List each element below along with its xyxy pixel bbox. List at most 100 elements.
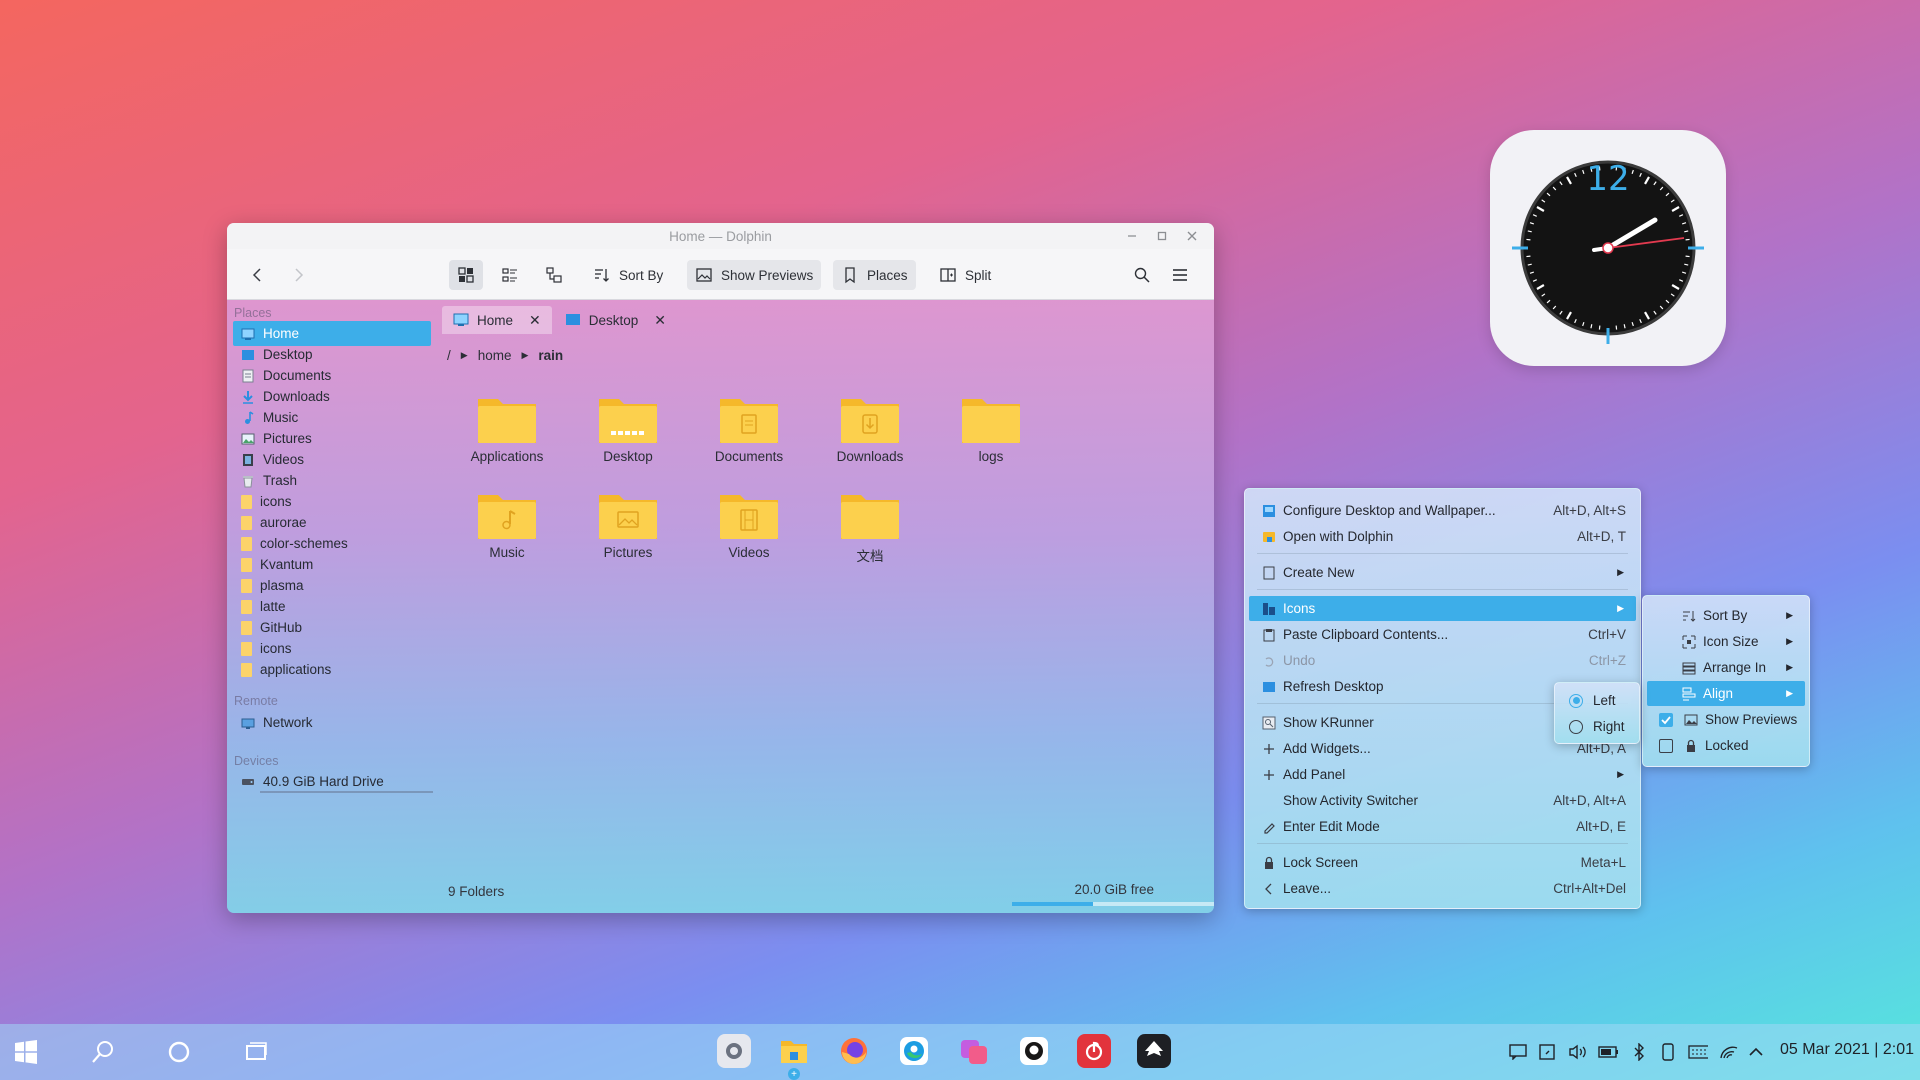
menu-item-arrange-in[interactable]: Arrange In ▶: [1647, 655, 1805, 680]
show-previews-button[interactable]: Show Previews: [687, 260, 822, 290]
keyboard-icon[interactable]: [1688, 1042, 1708, 1062]
breadcrumb-arrow-icon[interactable]: ▶: [461, 350, 468, 361]
show-previews-checkbox[interactable]: [1659, 712, 1673, 727]
details-view-button[interactable]: [537, 260, 571, 290]
tab-desktop[interactable]: Desktop ✕: [554, 306, 677, 334]
folder-item-music[interactable]: Music: [452, 489, 562, 560]
forward-button[interactable]: [281, 260, 315, 290]
menu-shortcut: Alt+D, Alt+S: [1553, 503, 1626, 518]
sidebar-item-applications[interactable]: applications: [233, 657, 431, 682]
forward-arrow-icon: [295, 268, 304, 282]
places-button[interactable]: Places: [833, 260, 916, 290]
icons-view-button[interactable]: [449, 260, 483, 290]
close-tab-icon[interactable]: ✕: [529, 312, 541, 329]
menu-item-icon-size[interactable]: Icon Size ▶: [1647, 629, 1805, 654]
item-count: 9 Folders: [448, 884, 505, 899]
window-titlebar[interactable]: Home — Dolphin: [227, 223, 1214, 249]
folder-item-logs[interactable]: logs: [936, 393, 1046, 464]
sort-by-button[interactable]: Sort By: [585, 260, 671, 290]
notifications-icon[interactable]: [1508, 1042, 1528, 1062]
menu-item-align-right[interactable]: Right: [1559, 714, 1635, 739]
breadcrumb-current[interactable]: rain: [538, 348, 563, 363]
menu-item-create-new[interactable]: Create New ▶: [1249, 560, 1636, 585]
folder-item-wendang[interactable]: 文档: [815, 489, 925, 565]
wifi-icon[interactable]: [1719, 1042, 1739, 1062]
taskbar-app-inkscape[interactable]: [1137, 1034, 1171, 1068]
search-button[interactable]: [1125, 260, 1159, 290]
locked-checkbox[interactable]: [1659, 738, 1673, 753]
battery-icon[interactable]: [1598, 1042, 1618, 1062]
back-button[interactable]: [241, 260, 275, 290]
taskbar-app-netease-music[interactable]: [1077, 1034, 1111, 1068]
menu-item-show-previews[interactable]: Show Previews: [1647, 707, 1805, 732]
menu-item-lock-screen[interactable]: Lock Screen Meta+L: [1249, 850, 1636, 875]
hamburger-menu-button[interactable]: [1163, 260, 1197, 290]
bluetooth-icon[interactable]: [1629, 1042, 1649, 1062]
menu-item-label: Enter Edit Mode: [1283, 819, 1380, 834]
split-button[interactable]: Split: [931, 260, 999, 290]
start-button[interactable]: [10, 1036, 42, 1068]
show-previews-label: Show Previews: [721, 267, 814, 283]
submenu-arrow-icon: ▶: [1786, 662, 1793, 672]
breadcrumb-arrow-icon[interactable]: ▶: [521, 350, 528, 361]
folder-item-pictures[interactable]: Pictures: [573, 489, 683, 560]
hamburger-icon: [1173, 269, 1187, 281]
taskbar-app-files[interactable]: [777, 1034, 811, 1068]
menu-item-enter-edit-mode[interactable]: Enter Edit Mode Alt+D, E: [1249, 814, 1636, 839]
taskbar-app-edge[interactable]: [897, 1034, 931, 1068]
show-hidden-icons-chevron-icon[interactable]: [1746, 1042, 1766, 1062]
cortana-button[interactable]: [163, 1036, 195, 1068]
volume-icon[interactable]: [1568, 1042, 1588, 1062]
task-view-button[interactable]: [241, 1036, 273, 1068]
sidebar-item-label: GitHub: [260, 620, 303, 635]
folder-icon: [841, 495, 899, 539]
clipboard-tray-icon[interactable]: [1537, 1042, 1557, 1062]
folder-item-desktop[interactable]: Desktop: [573, 393, 683, 464]
menu-item-paste[interactable]: Paste Clipboard Contents... Ctrl+V: [1249, 622, 1636, 647]
menu-item-label: Locked: [1705, 738, 1749, 753]
menu-item-show-activity-switcher[interactable]: Show Activity Switcher Alt+D, Alt+A: [1249, 788, 1636, 813]
icons-submenu: Sort By ▶ Icon Size ▶ Arrange In ▶ Align…: [1642, 595, 1810, 767]
menu-item-icons[interactable]: Icons ▶: [1249, 596, 1636, 621]
analog-clock-widget[interactable]: 12: [1490, 130, 1726, 366]
compact-view-button[interactable]: [493, 260, 527, 290]
music-icon: [245, 410, 254, 424]
taskbar-app-settings[interactable]: [717, 1034, 751, 1068]
folder-item-videos[interactable]: Videos: [694, 489, 804, 560]
phone-connect-icon[interactable]: [1658, 1042, 1678, 1062]
taskbar-app-github[interactable]: [1017, 1034, 1051, 1068]
close-tab-icon[interactable]: ✕: [654, 312, 666, 329]
taskbar-app-firefox[interactable]: [837, 1034, 871, 1068]
taskbar-datetime[interactable]: 05 Mar 2021 | 2:01: [1780, 1041, 1914, 1059]
close-icon[interactable]: [1184, 228, 1200, 244]
minimize-icon[interactable]: [1124, 228, 1140, 244]
menu-item-label: Lock Screen: [1283, 855, 1359, 870]
menu-item-align[interactable]: Align ▶: [1647, 681, 1805, 706]
folder-item-downloads[interactable]: Downloads: [815, 393, 925, 464]
menu-item-add-panel[interactable]: Add Panel ▶: [1249, 762, 1636, 787]
folder-item-applications[interactable]: Applications: [452, 393, 562, 464]
menu-shortcut: Meta+L: [1580, 855, 1626, 870]
sidebar-item-network[interactable]: Network: [233, 710, 431, 735]
taskbar-app-dual[interactable]: [957, 1034, 991, 1068]
menu-item-leave[interactable]: Leave... Ctrl+Alt+Del: [1249, 876, 1636, 901]
clock-tick: [1623, 324, 1626, 329]
documents-icon: [242, 369, 254, 382]
align-right-radio[interactable]: [1569, 719, 1583, 734]
search-button[interactable]: [87, 1036, 119, 1068]
menu-item-align-left[interactable]: Left: [1559, 688, 1635, 713]
menu-item-locked[interactable]: Locked: [1647, 733, 1805, 758]
breadcrumb-home[interactable]: home: [478, 348, 512, 363]
folder-item-documents[interactable]: Documents: [694, 393, 804, 464]
maximize-icon[interactable]: [1154, 228, 1170, 244]
menu-item-undo[interactable]: Undo Ctrl+Z: [1249, 648, 1636, 673]
menu-item-label: Left: [1593, 693, 1616, 708]
menu-item-open-with-dolphin[interactable]: Open with Dolphin Alt+D, T: [1249, 524, 1636, 549]
menu-item-configure-desktop[interactable]: Configure Desktop and Wallpaper... Alt+D…: [1249, 498, 1636, 523]
tab-home[interactable]: Home ✕: [442, 306, 552, 334]
breadcrumb-root[interactable]: /: [447, 348, 451, 363]
align-left-radio[interactable]: [1569, 693, 1583, 708]
dual-window-icon: [961, 1040, 987, 1064]
document-new-icon: [1261, 565, 1277, 581]
menu-item-sort-by[interactable]: Sort By ▶: [1647, 603, 1805, 628]
